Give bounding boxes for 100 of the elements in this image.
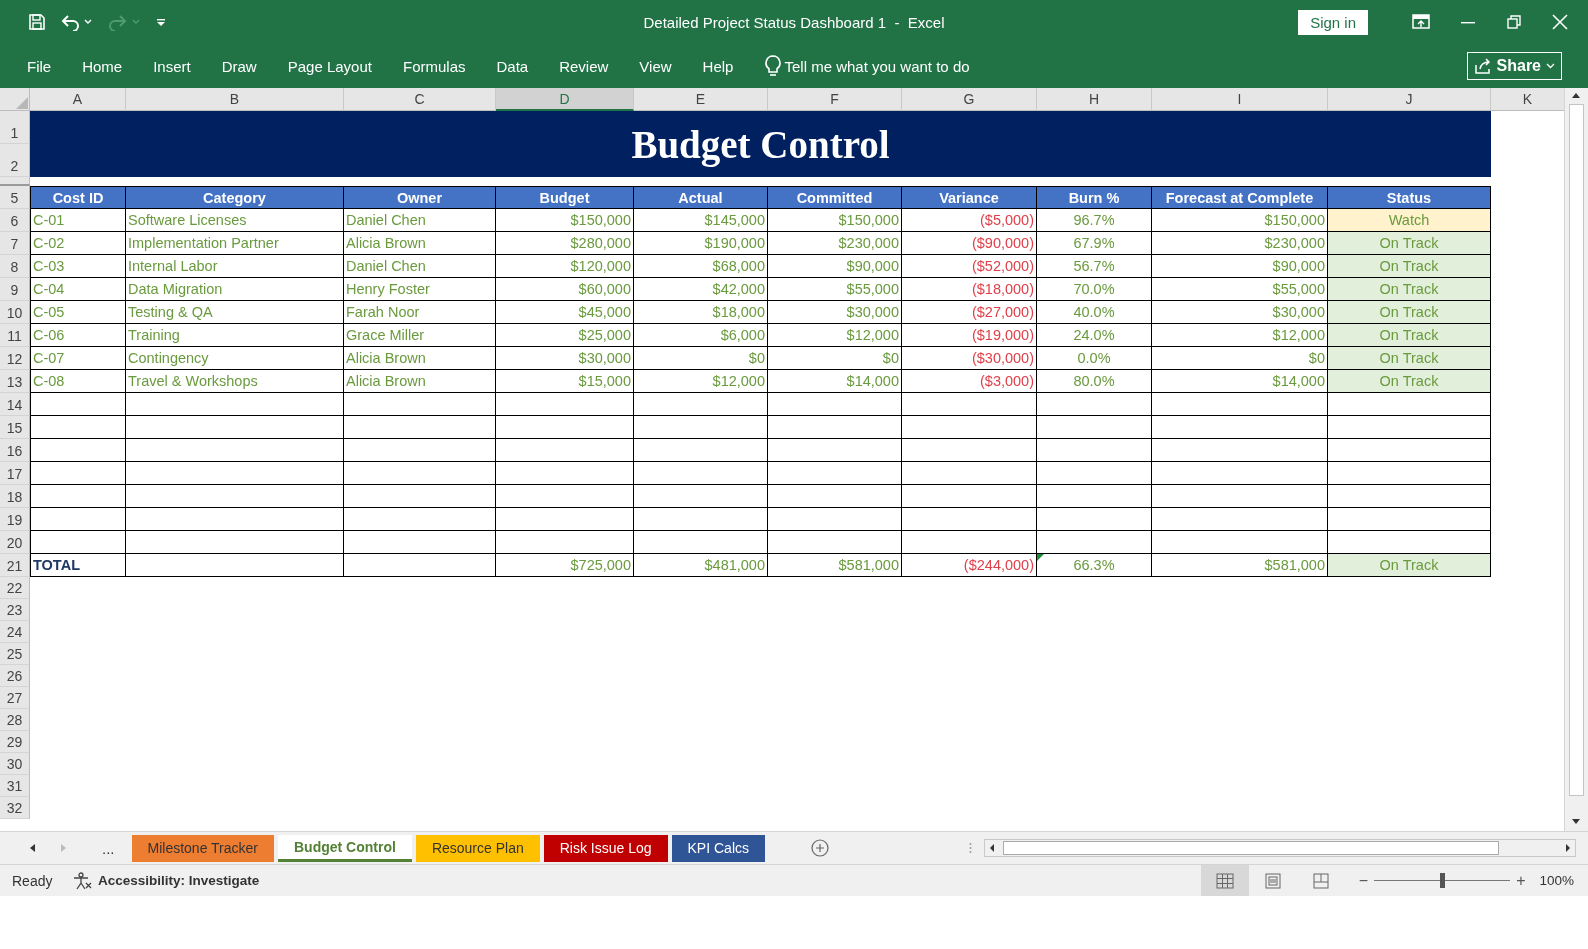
sheet-tab[interactable]: Budget Control xyxy=(278,834,412,862)
zoom-slider-thumb[interactable] xyxy=(1440,873,1446,888)
row-number[interactable]: 30 xyxy=(0,753,30,775)
ribbon-tab[interactable]: View xyxy=(639,57,672,75)
ribbon-tab[interactable]: Draw xyxy=(221,57,257,75)
row-number[interactable]: 22 xyxy=(0,577,30,599)
column-letter[interactable]: A xyxy=(30,88,126,111)
row-number[interactable]: 21 xyxy=(0,554,30,577)
add-sheet-icon[interactable] xyxy=(811,839,829,857)
ribbon-tab[interactable]: Insert xyxy=(153,57,191,75)
accessibility-status[interactable]: Accessibility: Investigate xyxy=(98,873,260,888)
row-number[interactable]: 26 xyxy=(0,665,30,687)
table-cell: $120,000 xyxy=(496,255,634,278)
scroll-left-icon[interactable] xyxy=(989,843,995,853)
row-number[interactable]: 13 xyxy=(0,370,30,393)
row-number[interactable]: 25 xyxy=(0,643,30,665)
row-number[interactable]: 19 xyxy=(0,508,30,531)
scrollbar-thumb[interactable] xyxy=(1003,841,1499,855)
table-cell: $230,000 xyxy=(768,232,902,255)
column-letter[interactable]: E xyxy=(634,88,768,111)
row-number[interactable]: 24 xyxy=(0,621,30,643)
table-cell: $68,000 xyxy=(634,255,768,278)
zoom-out-button[interactable]: − xyxy=(1358,871,1369,890)
normal-view-button[interactable] xyxy=(1200,865,1249,896)
table-cell: ($18,000) xyxy=(902,278,1037,301)
row-number[interactable]: 11 xyxy=(0,324,30,347)
scroll-down-icon[interactable] xyxy=(1571,818,1581,826)
scroll-up-icon[interactable] xyxy=(1571,91,1581,99)
row-number[interactable]: 18 xyxy=(0,485,30,508)
sheet-tab[interactable]: KPI Calcs xyxy=(671,834,765,862)
undo-icon[interactable] xyxy=(60,13,94,31)
table-cell: Grace Miller xyxy=(344,324,496,347)
customize-toolbar-icon[interactable] xyxy=(156,17,166,27)
row-number[interactable]: 31 xyxy=(0,775,30,797)
row-number[interactable]: 23 xyxy=(0,599,30,621)
column-header: Category xyxy=(126,186,344,209)
column-letter[interactable]: J xyxy=(1328,88,1491,111)
restore-icon[interactable] xyxy=(1506,14,1522,30)
table-cell: 66.3% xyxy=(1037,554,1152,577)
row-number[interactable]: 17 xyxy=(0,462,30,485)
column-letter[interactable]: K xyxy=(1491,88,1564,111)
row-number[interactable]: 27 xyxy=(0,687,30,709)
tell-me-search[interactable]: Tell me what you want to do xyxy=(784,57,970,75)
table-cell: $30,000 xyxy=(496,347,634,370)
ribbon-display-icon[interactable] xyxy=(1412,14,1430,30)
scrollbar-thumb[interactable] xyxy=(1569,104,1584,796)
row-number[interactable]: 2 xyxy=(0,144,30,177)
column-letter[interactable]: B xyxy=(126,88,344,111)
status-cell: On Track xyxy=(1328,255,1491,278)
page-icon xyxy=(1264,872,1281,889)
splitter-handle-icon[interactable] xyxy=(969,842,972,854)
sheet-tab[interactable]: Resource Plan xyxy=(415,834,540,862)
close-icon[interactable] xyxy=(1552,14,1568,30)
accessibility-icon[interactable] xyxy=(72,871,92,890)
table-cell: ($52,000) xyxy=(902,255,1037,278)
share-button[interactable]: Share xyxy=(1466,52,1562,80)
row-number[interactable]: 32 xyxy=(0,797,30,819)
column-letter[interactable]: F xyxy=(768,88,902,111)
table-cell: ($3,000) xyxy=(902,370,1037,393)
save-icon[interactable] xyxy=(28,13,46,31)
ribbon-tab[interactable]: Page Layout xyxy=(287,57,372,75)
more-sheets[interactable]: ... xyxy=(102,839,115,857)
row-number[interactable]: 7 xyxy=(0,232,30,255)
ribbon-tab[interactable]: Formulas xyxy=(402,57,466,75)
column-letter[interactable]: I xyxy=(1152,88,1328,111)
row-number[interactable]: 10 xyxy=(0,301,30,324)
scroll-right-icon[interactable] xyxy=(1565,843,1571,853)
table-cell: TOTAL xyxy=(30,554,126,577)
sheet-tab[interactable]: Risk Issue Log xyxy=(543,834,668,862)
row-number[interactable]: 8 xyxy=(0,255,30,278)
ribbon-tab[interactable]: Data xyxy=(496,57,529,75)
row-number[interactable]: 6 xyxy=(0,209,30,232)
row-number[interactable]: 5 xyxy=(0,186,30,209)
row-number[interactable]: 15 xyxy=(0,416,30,439)
ribbon-tab[interactable]: Home xyxy=(82,57,123,75)
column-letter[interactable]: G xyxy=(902,88,1037,111)
zoom-in-button[interactable]: + xyxy=(1516,871,1526,890)
ribbon-tab[interactable]: File xyxy=(27,57,52,75)
column-letter[interactable]: C xyxy=(344,88,496,111)
row-number[interactable]: 29 xyxy=(0,731,30,753)
previous-sheet-icon[interactable] xyxy=(30,844,36,852)
lightbulb-icon[interactable] xyxy=(764,54,783,78)
zoom-percent[interactable]: 100% xyxy=(1539,873,1574,888)
row-number[interactable]: 16 xyxy=(0,439,30,462)
sign-in-button[interactable]: Sign in xyxy=(1298,9,1368,35)
horizontal-scrollbar[interactable] xyxy=(984,839,1576,857)
sheet-tab[interactable]: Milestone Tracker xyxy=(131,834,274,862)
ribbon-tab[interactable]: Review xyxy=(559,57,609,75)
row-number[interactable]: 28 xyxy=(0,709,30,731)
row-number[interactable]: 14 xyxy=(0,393,30,416)
row-number[interactable]: 12 xyxy=(0,347,30,370)
column-letter[interactable]: H xyxy=(1037,88,1152,111)
table-cell: $90,000 xyxy=(768,255,902,278)
row-number[interactable]: 1 xyxy=(0,111,30,144)
hidden-rows-marker[interactable] xyxy=(0,177,30,186)
row-number[interactable]: 9 xyxy=(0,278,30,301)
table-cell: $60,000 xyxy=(496,278,634,301)
row-number[interactable]: 20 xyxy=(0,531,30,554)
ribbon-tab[interactable]: Help xyxy=(702,57,734,75)
column-letter[interactable]: D xyxy=(496,88,634,111)
